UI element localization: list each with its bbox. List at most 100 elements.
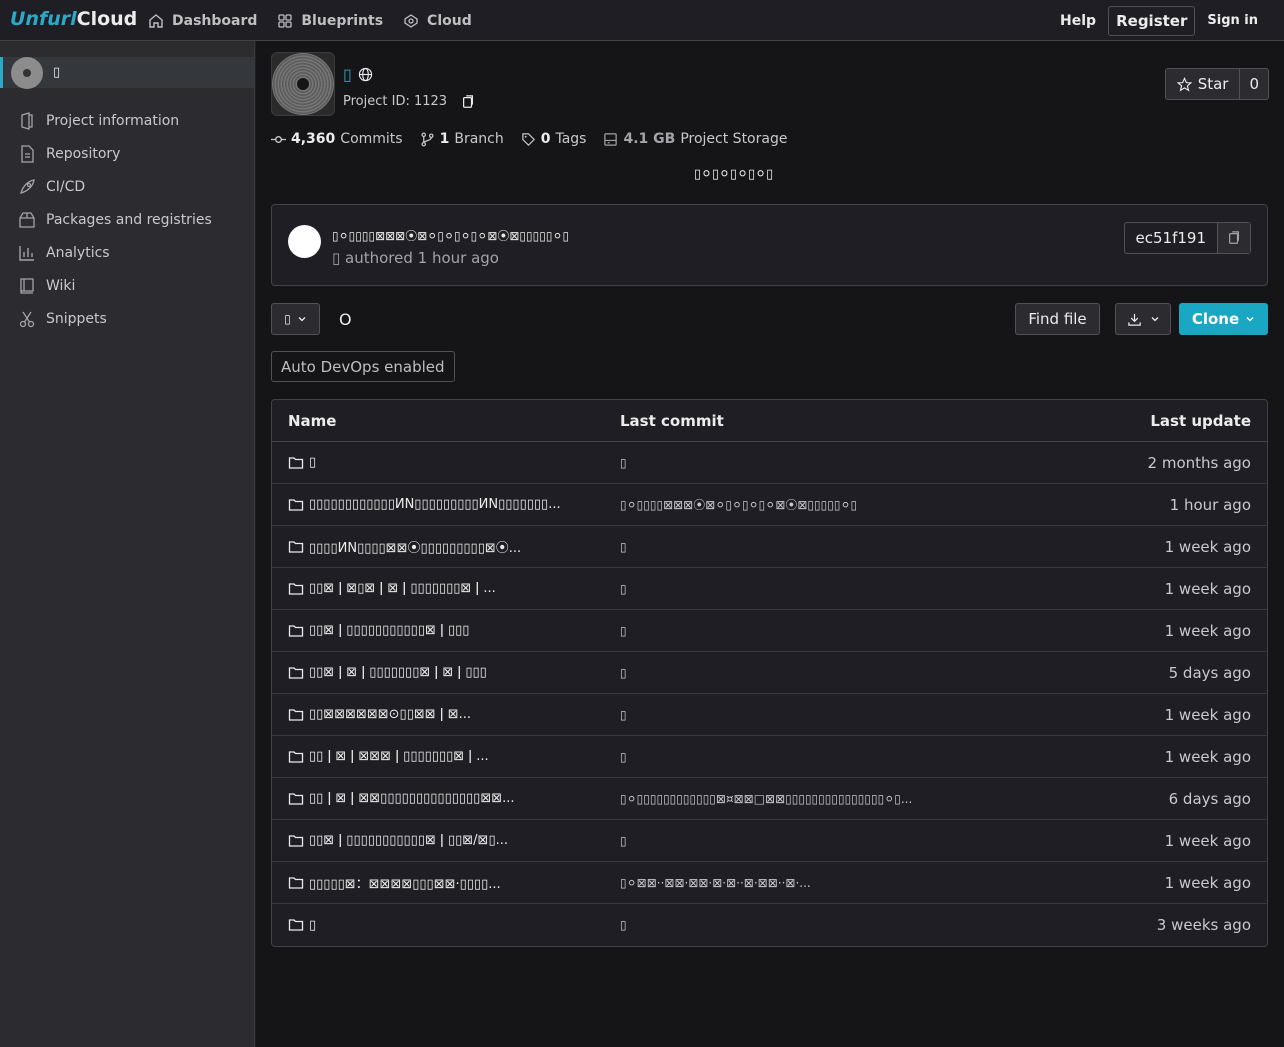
project-title[interactable]: ▯ [343, 65, 352, 84]
table-row[interactable]: ▯▯⊠ ǀ ⊠▯⊠ ǀ ⊠ ǀ ▯▯▯▯▯▯▯⊠ ǀ ... ▯ 1 week ag… [272, 568, 1267, 610]
last-commit-message[interactable]: ▯⚪▯▯▯▯⊠⊠⊠⦿⊠⚪▯⚪▯⚪▯⚪⊠⦿⊠▯▯▯▯▯⚪▯ [620, 496, 857, 513]
file-name[interactable]: ▯▯ ǀ ⊠ ǀ ⊠⊠⊠ ǀ ▯▯▯▯▯▯▯⊠ ǀ ... [288, 749, 489, 765]
sidebar-item-repository[interactable]: Repository [0, 137, 254, 170]
sidebar-item-snippets[interactable]: Snippets [0, 302, 254, 335]
project-id: Project ID: 1123 [343, 94, 475, 109]
sign-in-link[interactable]: Sign in [1207, 13, 1258, 28]
project-description: ▯⚪▯⚪▯⚪▯⚪▯ [693, 167, 774, 182]
file-name[interactable]: ▯▯ ǀ ⊠ ǀ ⊠⊠▯▯▯▯▯▯▯▯▯▯▯▯▯▯⊠⊠... [288, 791, 515, 807]
table-row[interactable]: ▯▯⊠ ǀ ⊠ ǀ ▯▯▯▯▯▯▯⊠ ǀ ⊠ ǀ ▯▯▯ ▯ 5 days ago [272, 652, 1267, 694]
auto-devops-badge[interactable]: Auto DevOps enabled [271, 351, 455, 382]
last-commit-message[interactable]: ▯⚪⊠⊠··⊠⊠·⊠⊠·⊠·⊠··⊠·⊠⊠··⊠·... [620, 876, 811, 890]
file-name[interactable]: ▯ [288, 455, 316, 471]
folder-icon [288, 876, 304, 889]
project-avatar-small [11, 56, 43, 89]
sidebar-item-analytics[interactable]: Analytics [0, 236, 254, 269]
table-row[interactable]: ▯ ▯ 3 weeks ago [272, 904, 1267, 946]
sidebar-item-wiki[interactable]: Wiki [0, 269, 254, 302]
file-name[interactable]: ▯▯▯▯▯▯▯▯▯▯▯▯ИN▯▯▯▯▯▯▯▯▯ИN▯▯▯▯▯▯▯... [288, 497, 561, 513]
file-name[interactable]: ▯▯▯▯ИN▯▯▯▯⊠⊠⦿▯▯▯▯▯▯▯▯▯⊠⦿... [288, 537, 521, 556]
last-commit-message[interactable]: ▯ [620, 540, 627, 554]
table-row[interactable]: ▯▯▯▯▯▯▯▯▯▯▯▯ИN▯▯▯▯▯▯▯▯▯ИN▯▯▯▯▯▯▯... ▯⚪▯▯▯… [272, 484, 1267, 526]
last-commit-message[interactable]: ▯ [620, 708, 627, 722]
table-row[interactable]: ▯▯⊠⊠⊠⊠⊠⊠⊙▯▯⊠⊠ ǀ ⊠... ▯ 1 week ago [272, 694, 1267, 736]
branch-stat[interactable]: 1 Branch [420, 131, 504, 147]
chevron-down-icon [1151, 317, 1158, 322]
cloud-icon [404, 13, 418, 28]
last-update-time: 3 weeks ago [1156, 916, 1251, 934]
table-row[interactable]: ▯ ▯ 2 months ago [272, 442, 1267, 484]
clone-button[interactable]: Clone [1179, 303, 1268, 335]
file-name[interactable]: ▯ [288, 917, 316, 933]
grid-icon [278, 13, 293, 28]
last-update-time: 1 hour ago [1169, 495, 1251, 514]
find-file-button[interactable]: Find file [1015, 303, 1100, 335]
last-commit-message[interactable]: ▯ [620, 582, 627, 596]
file-name[interactable]: ▯▯⊠ ǀ ⊠ ǀ ▯▯▯▯▯▯▯⊠ ǀ ⊠ ǀ ▯▯▯ [288, 665, 487, 681]
commit-icon [271, 135, 286, 143]
book-icon [20, 277, 34, 294]
folder-icon [288, 792, 304, 805]
tags-stat[interactable]: 0 Tags [521, 131, 586, 147]
star-button[interactable]: Star [1166, 69, 1241, 99]
project-sidebar: ▯ Project information Repository CI/CD P… [0, 41, 255, 1047]
table-row[interactable]: ▯▯ ǀ ⊠ ǀ ⊠⊠▯▯▯▯▯▯▯▯▯▯▯▯▯▯⊠⊠... ▯⚪▯▯▯▯▯▯▯▯… [272, 778, 1267, 820]
commit-author-avatar[interactable] [288, 225, 321, 258]
last-commit-message[interactable]: ▯ [620, 750, 627, 764]
commit-sha[interactable]: ec51f191 [1125, 223, 1218, 253]
sidebar-project-header[interactable]: ▯ [0, 56, 254, 89]
file-name[interactable]: ▯▯⊠ ǀ ⊠▯⊠ ǀ ⊠ ǀ ▯▯▯▯▯▯▯⊠ ǀ ... [288, 581, 496, 597]
branch-icon [421, 132, 434, 146]
last-commit-message[interactable]: ▯ [620, 624, 627, 638]
last-commit-message[interactable]: ▯ [620, 666, 627, 680]
copy-sha-button[interactable] [1218, 223, 1250, 253]
folder-icon [288, 456, 304, 469]
sidebar-item-packages-registries[interactable]: Packages and registries [0, 203, 254, 236]
last-commit-message[interactable]: ▯ [620, 918, 627, 932]
table-row[interactable]: ▯▯ ǀ ⊠ ǀ ⊠⊠⊠ ǀ ▯▯▯▯▯▯▯⊠ ǀ ... ▯ 1 week ago [272, 736, 1267, 778]
repo-path[interactable]: O [339, 310, 352, 329]
register-button[interactable]: Register [1108, 5, 1196, 36]
copy-icon[interactable] [461, 94, 475, 109]
last-commit-message[interactable]: ▯⚪▯▯▯▯▯▯▯▯▯▯▯▯⊠¤⊠⊠□⊠⊠▯▯▯▯▯▯▯▯▯▯▯▯▯▯▯⚪▯..… [620, 792, 912, 806]
tag-icon [522, 132, 535, 146]
last-update-time: 1 week ago [1164, 747, 1251, 766]
commit-title[interactable]: ▯⚪▯▯▯▯⊠⊠⊠⦿⊠⚪▯⚪▯⚪▯⚪⊠⦿⊠▯▯▯▯▯⚪▯ [332, 227, 569, 244]
table-row[interactable]: ▯▯⊠ ǀ ▯▯▯▯▯▯▯▯▯▯▯⊠ ǀ ▯▯⊠/⊠▯... ▯ 1 week ag… [272, 820, 1267, 862]
file-name[interactable]: ▯▯⊠ ǀ ▯▯▯▯▯▯▯▯▯▯▯⊠ ǀ ▯▯▯ [288, 623, 469, 639]
top-right-actions: Help Register Sign in [1060, 0, 1284, 41]
file-name[interactable]: ▯▯▯▯▯⊠：⊠⊠⊠⊠▯▯▯⊠⊠·▯▯▯▯... [288, 873, 501, 892]
nav-dashboard[interactable]: Dashboard [148, 13, 257, 29]
project-icon [21, 111, 33, 130]
folder-icon [288, 498, 304, 511]
file-name[interactable]: ▯▯⊠⊠⊠⊠⊠⊠⊙▯▯⊠⊠ ǀ ⊠... [288, 707, 471, 723]
storage-stat: 4.1 GB Project Storage [603, 131, 787, 147]
help-link[interactable]: Help [1060, 13, 1096, 29]
nav-cloud[interactable]: Cloud [403, 13, 472, 29]
last-commit-message[interactable]: ▯ [620, 834, 627, 848]
star-icon [1176, 76, 1192, 91]
unfurl-cloud-logo[interactable]: Unfurl Cloud [10, 8, 137, 30]
download-dropdown[interactable] [1115, 303, 1171, 335]
folder-icon [288, 540, 304, 553]
nav-blueprints[interactable]: Blueprints [277, 13, 383, 29]
chevron-down-icon [298, 317, 306, 322]
commits-stat[interactable]: 4,360 Commits [271, 131, 403, 147]
download-icon [1127, 313, 1141, 326]
file-name[interactable]: ▯▯⊠ ǀ ▯▯▯▯▯▯▯▯▯▯▯⊠ ǀ ▯▯⊠/⊠▯... [288, 833, 508, 849]
branch-dropdown[interactable]: ▯ [271, 303, 320, 335]
table-row[interactable]: ▯▯▯▯▯⊠：⊠⊠⊠⊠▯▯▯⊠⊠·▯▯▯▯... ▯⚪⊠⊠··⊠⊠·⊠⊠·⊠·⊠·… [272, 862, 1267, 904]
main-nav: Dashboard Blueprints Cloud [148, 0, 472, 41]
chart-icon [19, 245, 34, 261]
project-stats: 4,360 Commits 1 Branch 0 Tags 4.1 GB Project… [271, 131, 787, 147]
table-row[interactable]: ▯▯⊠ ǀ ▯▯▯▯▯▯▯▯▯▯▯⊠ ǀ ▯▯▯ ▯ 1 week ago [272, 610, 1267, 652]
project-title-line: ▯ [343, 65, 373, 84]
sidebar-item-ci-cd[interactable]: CI/CD [0, 170, 254, 203]
commit-sha-group: ec51f191 [1123, 222, 1251, 254]
last-commit-message[interactable]: ▯ [620, 456, 627, 470]
top-navbar: Unfurl Cloud Dashboard Blueprints Cloud H… [0, 0, 1284, 41]
star-count[interactable]: 0 [1240, 69, 1268, 99]
sidebar-item-project-information[interactable]: Project information [0, 104, 254, 137]
home-icon [149, 13, 163, 28]
table-row[interactable]: ▯▯▯▯ИN▯▯▯▯⊠⊠⦿▯▯▯▯▯▯▯▯▯⊠⦿... ▯ 1 week ago [272, 526, 1267, 568]
